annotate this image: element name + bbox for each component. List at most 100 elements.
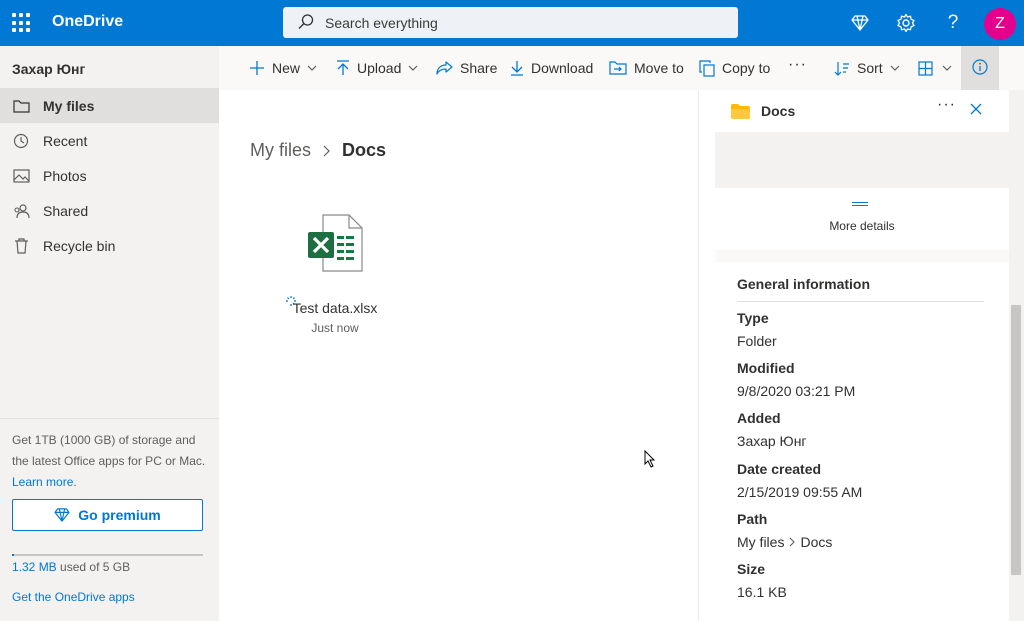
sidebar-item-my-files[interactable]: My files <box>0 88 219 123</box>
file-name[interactable]: Test data.xlsx <box>279 300 391 316</box>
download-button[interactable]: Download <box>510 46 593 90</box>
details-header: Docs ··· <box>715 90 1009 132</box>
sort-icon <box>834 61 850 76</box>
sidebar-item-label: Photos <box>43 167 87 184</box>
excel-file-icon <box>307 214 363 275</box>
sidebar-item-photos[interactable]: Photos <box>0 158 219 193</box>
details-title: Docs <box>761 103 796 119</box>
new-button[interactable]: New <box>249 46 317 90</box>
copy-to-button[interactable]: Copy to <box>699 46 770 90</box>
details-scrollbar-thumb[interactable] <box>1011 305 1021 575</box>
details-scrollbar[interactable] <box>1009 90 1024 621</box>
sidebar-item-recycle-bin[interactable]: Recycle bin <box>0 228 219 263</box>
property-label: Path <box>737 511 768 527</box>
storage-quota-fill <box>12 554 14 556</box>
top-bar: OneDrive Search everything ? Z <box>0 0 1024 46</box>
user-name: Захар Юнг <box>12 61 86 77</box>
quota-used: 1.32 MB <box>12 560 57 574</box>
upload-button[interactable]: Upload <box>336 46 418 90</box>
promo-text: Get 1TB (1000 GB) of storage and the lat… <box>12 433 206 468</box>
info-pane-button[interactable] <box>961 46 999 90</box>
plus-icon <box>249 60 265 76</box>
general-info-divider <box>737 301 984 302</box>
file-list-area: My files Docs Test data.xlsx Just now <box>219 90 715 621</box>
info-icon <box>972 58 988 78</box>
download-label: Download <box>531 60 594 76</box>
move-to-label: Move to <box>634 60 684 76</box>
more-options-icon[interactable]: ··· <box>937 96 956 114</box>
folder-icon <box>731 104 750 122</box>
settings-gear-icon[interactable] <box>894 11 918 35</box>
property-value: 2/15/2019 09:55 AM <box>737 484 863 500</box>
property-added: Added Захар Юнг <box>737 410 807 449</box>
sidebar-item-label: Shared <box>43 202 89 219</box>
more-details-link[interactable]: More details <box>715 219 1009 233</box>
property-value: My files Docs <box>737 534 832 550</box>
chevron-down-icon <box>408 65 418 71</box>
general-info-title: General information <box>737 276 871 292</box>
image-icon <box>12 167 30 185</box>
get-apps-link[interactable]: Get the OneDrive apps <box>12 590 135 604</box>
go-premium-button[interactable]: Go premium <box>12 499 203 531</box>
search-placeholder: Search everything <box>325 15 438 31</box>
property-type: Type Folder <box>737 310 777 349</box>
file-modified: Just now <box>311 321 359 335</box>
property-label: Type <box>737 310 769 326</box>
help-icon[interactable]: ? <box>941 11 965 35</box>
search-icon <box>297 13 315 34</box>
sidebar-item-shared[interactable]: Shared <box>0 193 219 228</box>
sidebar-item-recent[interactable]: Recent <box>0 123 219 158</box>
copy-to-label: Copy to <box>722 60 771 76</box>
learn-more-link[interactable]: Learn more. <box>12 475 77 489</box>
property-date-created: Date created 2/15/2019 09:55 AM <box>737 461 862 500</box>
property-value: 9/8/2020 03:21 PM <box>737 383 856 399</box>
breadcrumb-root[interactable]: My files <box>250 140 311 161</box>
storage-quota-text[interactable]: 1.32 MB used of 5 GB <box>12 560 130 574</box>
move-folder-icon <box>609 61 627 75</box>
folder-icon <box>12 97 30 115</box>
view-options-button[interactable] <box>918 46 952 90</box>
content-scrollbar[interactable] <box>698 90 715 621</box>
sort-label: Sort <box>857 60 883 76</box>
share-icon <box>436 60 453 76</box>
close-icon[interactable] <box>970 103 982 115</box>
nav-list: My files Recent Photos Shared Recycle bi… <box>0 88 219 263</box>
breadcrumb: My files Docs <box>250 140 386 161</box>
command-bar: New Upload Share Download Move to Copy t… <box>219 46 1024 90</box>
details-pane: Docs ··· More details General informatio… <box>715 90 1009 621</box>
more-commands-icon[interactable]: ··· <box>788 56 807 74</box>
property-label: Size <box>737 561 766 577</box>
chevron-right-icon <box>789 534 796 550</box>
move-to-button[interactable]: Move to <box>609 46 684 90</box>
new-label: New <box>272 60 301 76</box>
upload-arrow-icon <box>336 60 350 76</box>
upload-label: Upload <box>357 60 402 76</box>
share-label: Share <box>460 60 498 76</box>
app-launcher-icon[interactable] <box>12 13 32 33</box>
sidebar-item-label: Recycle bin <box>43 237 116 254</box>
search-box[interactable]: Search everything <box>283 7 738 38</box>
copy-icon <box>699 59 715 77</box>
property-value: Захар Юнг <box>737 433 807 449</box>
sidebar-divider <box>0 418 219 419</box>
app-title[interactable]: OneDrive <box>52 13 123 31</box>
path-current: Docs <box>800 534 833 550</box>
property-value: 16.1 KB <box>737 584 787 600</box>
recycle-bin-icon <box>12 237 30 255</box>
property-label: Added <box>737 410 781 426</box>
property-value: Folder <box>737 333 777 349</box>
more-details-handle-icon[interactable] <box>852 202 868 206</box>
breadcrumb-current: Docs <box>342 140 387 160</box>
avatar[interactable]: Z <box>984 8 1016 40</box>
chevron-down-icon <box>307 65 317 71</box>
premium-diamond-icon[interactable] <box>848 11 872 35</box>
storage-promo: Get 1TB (1000 GB) of storage and the lat… <box>12 430 207 493</box>
property-size: Size 16.1 KB <box>737 561 787 600</box>
share-button[interactable]: Share <box>436 46 497 90</box>
path-root-link[interactable]: My files <box>737 534 784 550</box>
download-arrow-icon <box>510 60 524 76</box>
sort-button[interactable]: Sort <box>834 46 900 90</box>
grid-view-icon <box>918 60 933 76</box>
property-label: Modified <box>737 360 795 376</box>
property-modified: Modified 9/8/2020 03:21 PM <box>737 360 855 399</box>
